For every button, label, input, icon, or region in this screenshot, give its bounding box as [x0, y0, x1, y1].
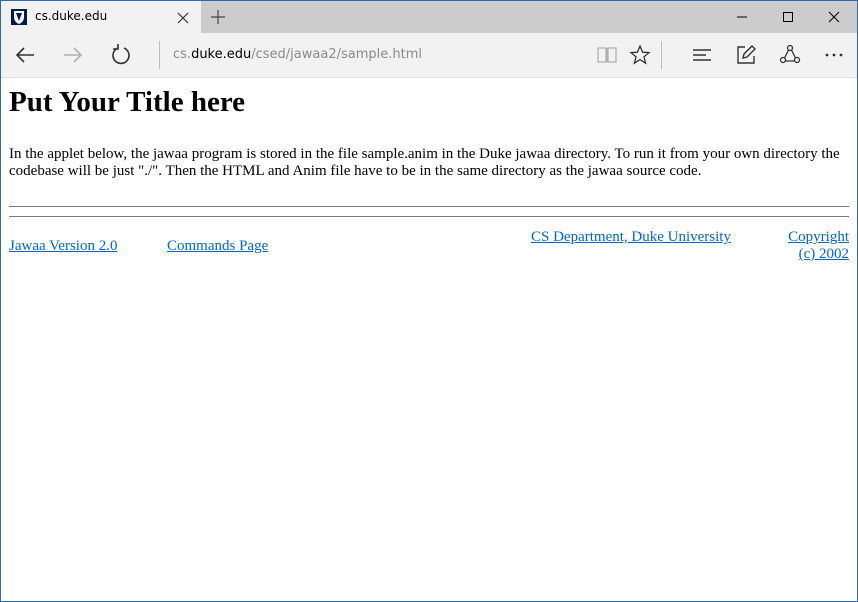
close-window-button[interactable] — [811, 1, 857, 33]
address-host: duke.edu — [191, 47, 252, 62]
cs-department-link[interactable]: CS Department, Duke University — [531, 229, 731, 246]
horizontal-rule — [9, 206, 849, 207]
maximize-button[interactable] — [765, 1, 811, 33]
close-tab-icon[interactable] — [177, 11, 189, 24]
book-icon[interactable] — [596, 44, 618, 66]
copyright-link[interactable]: Copyright (c) 2002 — [781, 229, 849, 263]
address-prefix: cs. — [173, 47, 192, 62]
duke-shield-icon — [11, 9, 27, 25]
star-icon[interactable] — [629, 44, 651, 66]
navigation-bar: cs.duke.edu/csed/jawaa2/sample.html — [1, 33, 857, 78]
browser-window: cs.duke.edu cs.duke.edu/csed/jawaa2/samp… — [0, 0, 858, 602]
forward-arrow-icon[interactable] — [61, 43, 85, 67]
title-bar: cs.duke.edu — [1, 1, 857, 33]
pen-note-icon[interactable] — [735, 44, 757, 66]
toolbar-separator — [661, 41, 662, 69]
address-path: /csed/jawaa2/sample.html — [251, 47, 422, 62]
minimize-button[interactable] — [719, 1, 765, 33]
share-icon[interactable] — [779, 44, 801, 66]
page-title: Put Your Title here — [9, 86, 246, 118]
jawaa-version-link[interactable]: Jawaa Version 2.0 — [9, 238, 117, 255]
commands-page-link[interactable]: Commands Page — [167, 238, 268, 255]
tab-title: cs.duke.edu — [35, 9, 108, 23]
intro-paragraph: In the applet below, the jawaa program i… — [9, 146, 840, 179]
browser-tab[interactable]: cs.duke.edu — [1, 1, 201, 33]
refresh-icon[interactable] — [109, 43, 133, 67]
back-arrow-icon[interactable] — [13, 43, 37, 67]
address-separator — [159, 41, 160, 69]
page-content: Put Your Title here In the applet below,… — [1, 78, 857, 601]
address-bar[interactable]: cs.duke.edu/csed/jawaa2/sample.html — [173, 47, 422, 62]
hub-icon[interactable] — [691, 44, 713, 66]
new-tab-icon[interactable] — [211, 10, 225, 24]
horizontal-rule — [9, 216, 849, 217]
ellipsis-icon[interactable] — [823, 44, 845, 66]
